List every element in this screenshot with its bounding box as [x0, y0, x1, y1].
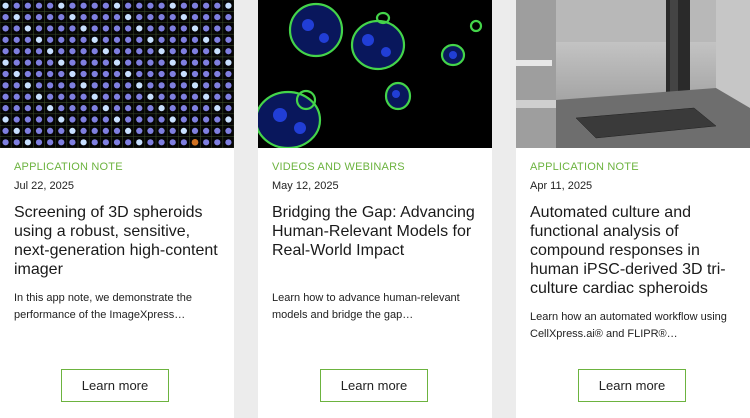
- card-category: APPLICATION NOTE: [530, 161, 639, 173]
- card-title[interactable]: Bridging the Gap: Advancing Human-Releva…: [272, 203, 482, 260]
- card-title[interactable]: Screening of 3D spheroids using a robust…: [14, 203, 224, 279]
- card-category: APPLICATION NOTE: [14, 161, 123, 173]
- card-date: Jul 22, 2025: [14, 180, 74, 192]
- card-description: Learn how to advance human-relevant mode…: [272, 292, 460, 321]
- lab-automation-image[interactable]: [516, 0, 750, 148]
- card-title[interactable]: Automated culture and functional analysi…: [530, 203, 740, 298]
- learn-more-button[interactable]: Learn more: [578, 369, 686, 402]
- learn-more-button[interactable]: Learn more: [320, 369, 428, 402]
- resource-card-2[interactable]: VIDEOS AND WEBINARS May 12, 2025 Bridgin…: [258, 0, 492, 418]
- resource-card-1[interactable]: APPLICATION NOTE Jul 22, 2025 Screening …: [0, 0, 234, 418]
- resource-card-3[interactable]: APPLICATION NOTE Apr 11, 2025 Automated …: [516, 0, 750, 418]
- card-description: In this app note, we demonstrate the per…: [14, 292, 192, 321]
- card-date: Apr 11, 2025: [530, 180, 593, 192]
- learn-more-button[interactable]: Learn more: [61, 369, 169, 402]
- spheroid-grid-image[interactable]: [0, 0, 234, 148]
- card-category: VIDEOS AND WEBINARS: [272, 161, 405, 173]
- card-description: Learn how an automated workflow using Ce…: [530, 311, 727, 340]
- organoid-fluorescence-image[interactable]: [258, 0, 492, 148]
- card-date: May 12, 2025: [272, 180, 339, 192]
